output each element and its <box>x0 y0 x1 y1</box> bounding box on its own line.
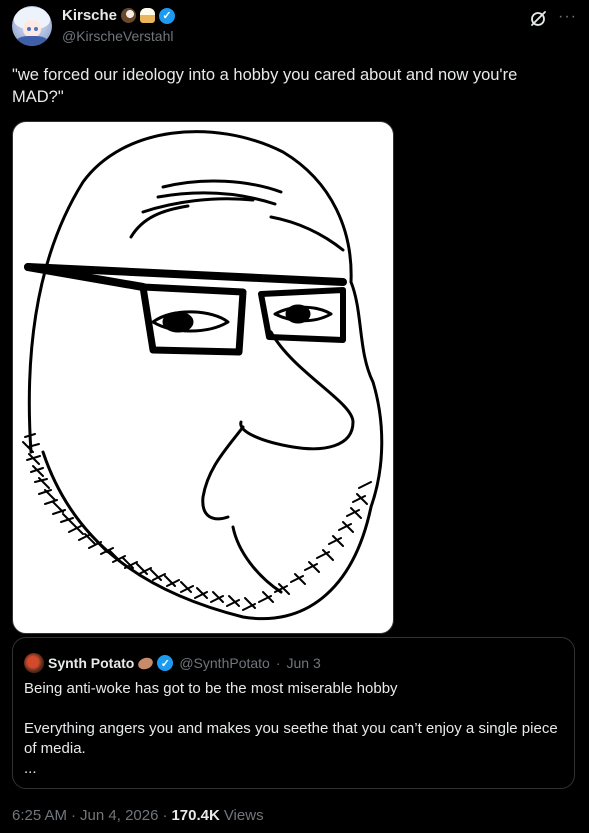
tweet-header: Kirsche ✓ @KirscheVerstahl ··· <box>12 6 577 50</box>
cupcake-icon <box>140 8 156 23</box>
more-options-icon[interactable]: ··· <box>558 8 577 26</box>
separator-dot: · <box>162 807 168 824</box>
separator-dot: · <box>275 655 281 671</box>
tweet-text: "we forced our ideology into a hobby you… <box>12 66 522 106</box>
views-label: Views <box>223 807 264 824</box>
quoted-tweet[interactable]: Synth Potato ✓ @SynthPotato · Jun 3 Bein… <box>12 637 575 789</box>
coconut-icon <box>121 8 137 23</box>
tweet-image[interactable] <box>12 121 394 634</box>
potato-icon <box>136 655 155 671</box>
author-handle[interactable]: @KirscheVerstahl <box>62 28 173 44</box>
views-count: 170.4K <box>171 807 220 824</box>
quoted-tweet-header: Synth Potato ✓ @SynthPotato · Jun 3 <box>24 653 321 673</box>
quoted-tweet-date[interactable]: Jun 3 <box>287 655 321 671</box>
wojak-drawing-icon <box>22 130 384 621</box>
quoted-tweet-text: Being anti-woke has got to be the most m… <box>24 680 558 777</box>
verified-badge-icon[interactable]: ✓ <box>157 655 174 671</box>
tweet-time[interactable]: 6:25 AM <box>12 807 67 824</box>
tweet-meta: 6:25 AM · Jun 4, 2026 · 170.4K Views <box>12 807 264 824</box>
author-name-row: Kirsche ✓ <box>62 7 176 24</box>
separator-dot: · <box>71 807 77 824</box>
grok-icon[interactable] <box>529 10 547 28</box>
quoted-author-handle[interactable]: @SynthPotato <box>179 655 270 671</box>
tweet-date[interactable]: Jun 4, 2026 <box>80 807 158 824</box>
author-display-name[interactable]: Kirsche <box>62 7 117 24</box>
author-avatar[interactable] <box>12 6 52 46</box>
quoted-author-name[interactable]: Synth Potato <box>48 655 134 671</box>
verified-badge-icon[interactable]: ✓ <box>159 7 176 24</box>
quoted-author-avatar[interactable] <box>24 653 44 673</box>
